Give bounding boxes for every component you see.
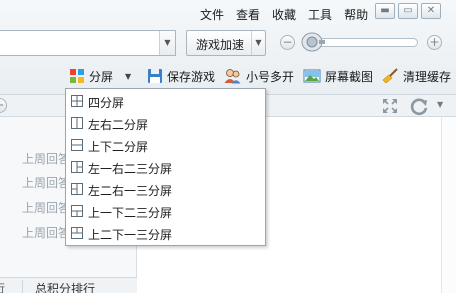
split-menu-item[interactable]: 四分屏 [66, 91, 265, 113]
multi-account-button[interactable]: 小号多开 [224, 66, 294, 86]
menu-bar: 文件 查看 收藏 工具 帮助 [200, 6, 380, 23]
address-bar[interactable]: ▼ [0, 30, 176, 56]
volume-up-button[interactable]: + [427, 35, 442, 50]
screenshot-label: 屏幕截图 [325, 69, 374, 84]
tab-total-rank[interactable]: 总积分排行 [22, 280, 95, 293]
list-item: 上周回答 [22, 201, 71, 215]
broom-icon [382, 68, 398, 84]
game-speedup-button[interactable]: 游戏加速 ▼ [186, 30, 266, 56]
top1-bottom2-split-icon [71, 205, 83, 217]
menu-help[interactable]: 帮助 [344, 6, 368, 23]
split-screen-button[interactable]: 分屏 ▼ [69, 66, 131, 86]
ranking-tabs: 行 总积分排行 [0, 277, 137, 293]
split-dropdown-icon[interactable]: ▼ [125, 72, 131, 81]
menu-view[interactable]: 查看 [236, 6, 260, 23]
save-game-label: 保存游戏 [167, 69, 216, 84]
scrollbar[interactable] [441, 117, 456, 293]
volume-slider[interactable] [315, 38, 418, 47]
save-disk-icon [148, 69, 162, 83]
split-menu-item[interactable]: 上二下一三分屏 [66, 223, 265, 245]
window-controls: ▬ ▭ ✕ [375, 3, 441, 19]
top2-bottom1-split-icon [71, 227, 83, 239]
refresh-icon[interactable] [408, 96, 430, 116]
menu-favorites[interactable]: 收藏 [272, 6, 296, 23]
split-menu-item[interactable]: 左一右二三分屏 [66, 157, 265, 179]
left1-right2-split-icon [71, 161, 83, 173]
clear-cache-label: 清理缓存 [403, 69, 452, 84]
speedup-label: 游戏加速 [196, 38, 245, 52]
split-menu-item[interactable]: 左右二分屏 [66, 113, 265, 135]
split-menu-item-label: 四分屏 [88, 96, 125, 110]
volume-down-button[interactable]: − [280, 35, 295, 50]
multi-account-label: 小号多开 [246, 69, 295, 84]
list-item: 上周回答 [22, 226, 71, 240]
clear-cache-button[interactable]: 清理缓存 [381, 66, 451, 86]
users-icon [224, 69, 241, 84]
split-menu-item-label: 左一右二三分屏 [88, 162, 173, 176]
save-game-button[interactable]: 保存游戏 [147, 66, 215, 86]
minimize-button[interactable]: ▬ [375, 3, 395, 19]
list-item: 上周回答 [22, 152, 71, 166]
new-tab-button[interactable]: + [0, 98, 7, 113]
fullscreen-icon[interactable] [381, 97, 399, 115]
restore-button[interactable]: ▭ [398, 3, 418, 19]
tab-partial[interactable]: 行 [0, 280, 5, 293]
left-right-split-icon [71, 117, 83, 129]
close-button[interactable]: ✕ [421, 3, 441, 19]
quad-split-icon [71, 95, 83, 107]
list-item: 上周回答 [22, 176, 71, 190]
split-screen-icon [70, 69, 84, 83]
split-menu-item[interactable]: 上一下二三分屏 [66, 201, 265, 223]
refresh-dropdown-icon[interactable]: ▼ [437, 100, 443, 109]
screenshot-icon [303, 69, 321, 83]
speedup-dropdown-icon[interactable]: ▼ [251, 31, 265, 55]
split-menu-item-label: 上二下一三分屏 [88, 228, 173, 242]
title-toolbar-area: 文件 查看 收藏 工具 帮助 ▬ ▭ ✕ ▼ 游戏加速 ▼ − + 分屏 ▼ 保… [0, 0, 456, 95]
address-dropdown-icon[interactable]: ▼ [159, 31, 175, 55]
split-menu-item-label: 左右二分屏 [88, 118, 149, 132]
split-menu-item-label: 上下二分屏 [88, 140, 149, 154]
split-menu-item-label: 上一下二三分屏 [88, 206, 173, 220]
split-menu-item[interactable]: 上下二分屏 [66, 135, 265, 157]
volume-knob-icon[interactable] [300, 30, 326, 54]
menu-tools[interactable]: 工具 [308, 6, 332, 23]
menu-file[interactable]: 文件 [200, 6, 224, 23]
top-bottom-split-icon [71, 139, 83, 151]
split-menu-item-label: 左二右一三分屏 [88, 184, 173, 198]
left2-right1-split-icon [71, 183, 83, 195]
toolbar: 分屏 ▼ 保存游戏 小号多开 屏幕截图 清理缓存 [0, 66, 456, 86]
split-screen-menu: 四分屏左右二分屏上下二分屏左一右二三分屏 左二右一三分屏 上一下二三分屏 上二下一三分… [65, 88, 266, 246]
split-menu-item[interactable]: 左二右一三分屏 [66, 179, 265, 201]
screenshot-button[interactable]: 屏幕截图 [303, 66, 373, 86]
split-screen-label: 分屏 [89, 69, 114, 84]
